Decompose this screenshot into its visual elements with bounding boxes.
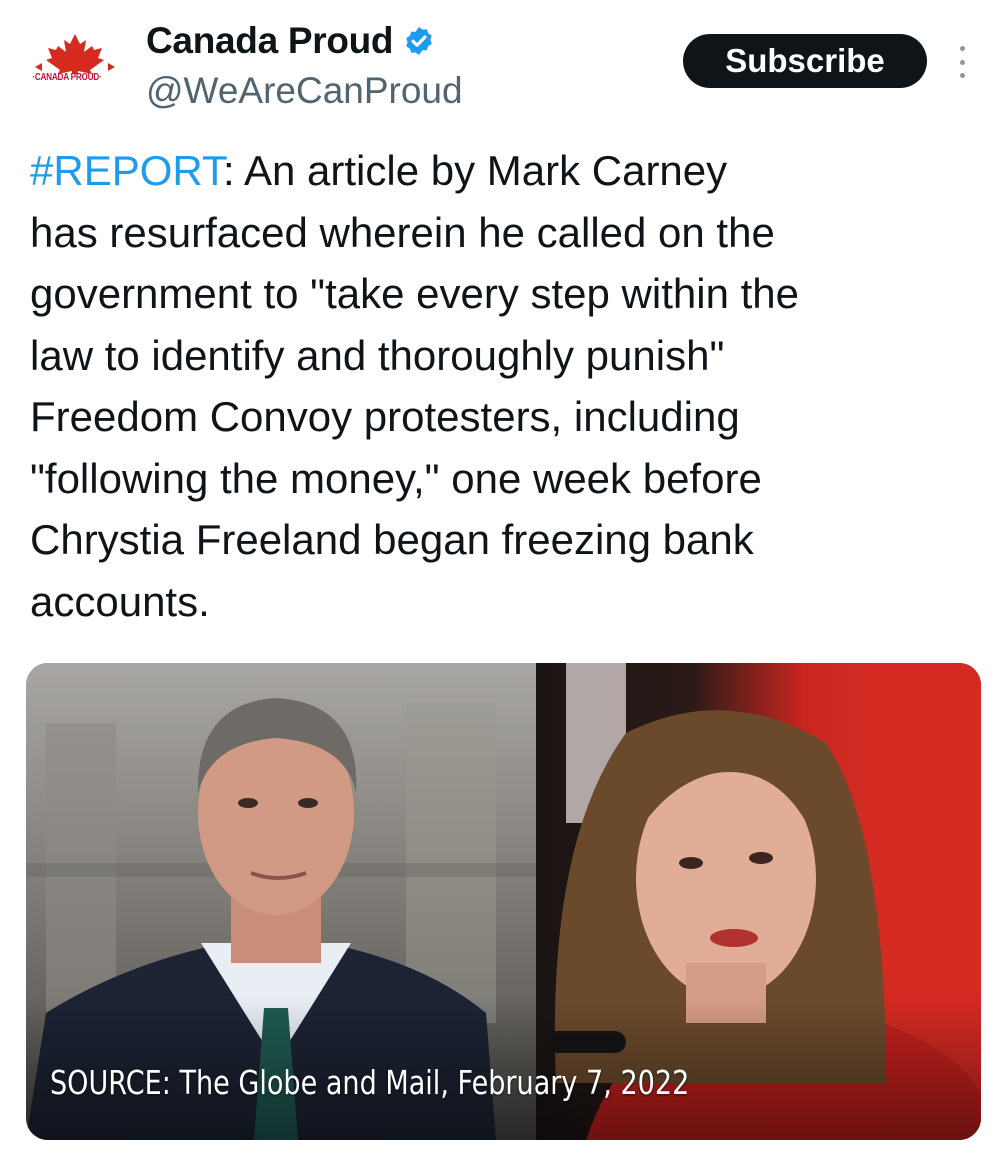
tweet-line: "following the money," one week before (30, 454, 762, 502)
verified-badge-icon (406, 27, 432, 55)
media-caption: SOURCE: The Globe and Mail, February 7, … (50, 1063, 690, 1102)
subscribe-button[interactable]: Subscribe (683, 34, 927, 88)
tweet-line-1: #REPORT: An article by Mark Carney (30, 140, 970, 202)
maple-leaf-icon (35, 34, 115, 74)
more-vertical-icon[interactable] (955, 46, 969, 78)
tweet-line: Chrystia Freeland began freezing bank (30, 516, 754, 563)
hashtag-link[interactable]: #REPORT (30, 147, 223, 194)
tweet-line-1-text: : An article by Mark Carney (222, 147, 728, 194)
avatar-logo-text: ·CANADA PROUD· (32, 72, 102, 83)
tweet-line: accounts. (30, 577, 210, 625)
display-name[interactable]: Canada Proud (146, 20, 394, 62)
tweet-line: Freedom Convoy protesters, including (30, 393, 740, 440)
tweet-line: law to identify and thoroughly punish" (30, 331, 725, 379)
tweet-line: has resurfaced wherein he called on the (30, 208, 775, 256)
account-handle[interactable]: @WeAreCanProud (146, 70, 463, 112)
tweet-media-image[interactable]: SOURCE: The Globe and Mail, February 7, … (26, 663, 981, 1140)
tweet-text: #REPORT: An article by Mark Carney has r… (30, 140, 970, 632)
account-name-row: Canada Proud (146, 20, 435, 62)
tweet-line: government to "take every step within th… (30, 270, 799, 317)
avatar[interactable]: ·CANADA PROUD· (30, 30, 120, 90)
